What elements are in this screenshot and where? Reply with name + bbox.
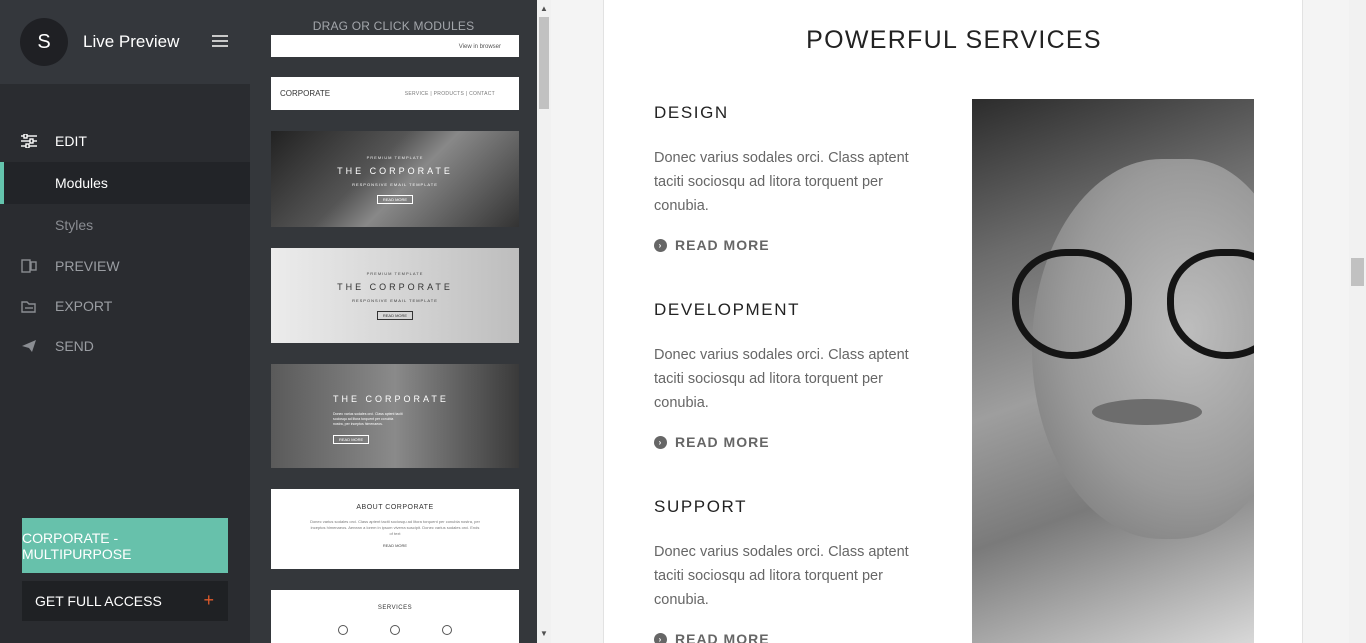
sidebar-item-preview[interactable]: PREVIEW [0,246,250,286]
module-thumb-header[interactable]: CORPORATE SERVICE | PRODUCTS | CONTACT [271,77,519,110]
modules-panel-title: DRAG OR CLICK MODULES [312,19,475,33]
read-more-link[interactable]: › READ MORE [654,434,934,450]
sidebar-item-export[interactable]: EXPORT [0,286,250,326]
service-block-design[interactable]: DESIGN Donec varius sodales orci. Class … [654,103,934,253]
module-read-more: READ MORE [382,543,408,548]
sidebar-item-edit[interactable]: EDIT [0,120,250,162]
service-text: Donec varius sodales orci. Class aptent … [654,544,909,608]
module-read-more: READ MORE [333,434,370,444]
module-services-icons [271,625,519,635]
service-heading: SUPPORT [654,497,748,516]
module-services-heading: SERVICES [377,605,413,611]
scrollbar-thumb[interactable] [539,17,549,109]
service-heading: DEVELOPMENT [654,300,801,319]
sidebar-item-send[interactable]: SEND [0,326,250,366]
portrait-lips [1092,399,1202,425]
sidebar-item-label: PREVIEW [55,258,120,274]
scroll-up-icon[interactable]: ▲ [537,2,551,16]
service-text: Donec varius sodales orci. Class aptent … [654,347,909,411]
glasses-left [1012,249,1132,359]
sidebar-item-styles[interactable]: Styles [0,204,250,246]
module-hero-title: THE CORPORATE [337,165,453,176]
read-more-label: READ MORE [675,237,770,253]
modules-scrollbar[interactable]: ▲ ▼ [537,0,551,643]
service-block-support[interactable]: SUPPORT Donec varius sodales orci. Class… [654,497,934,643]
module-thumb-hero-light[interactable]: PREMIUM TEMPLATE THE CORPORATE RESPONSIV… [271,248,519,343]
services-section-title[interactable]: POWERFUL SERVICES [604,26,1304,55]
module-thumb-hero-dark[interactable]: PREMIUM TEMPLATE THE CORPORATE RESPONSIV… [271,131,519,227]
service-heading: DESIGN [654,103,729,122]
chevron-circle-right-icon: › [654,632,667,643]
module-hero-subtitle: RESPONSIVE EMAIL TEMPLATE [352,298,438,303]
sidebar-item-label: EXPORT [55,298,113,314]
sidebar-nav: EDIT Modules Styles PREVIEW EXPORT SEND [0,120,250,366]
module-links-text: SERVICE | PRODUCTS | CONTACT [404,91,495,97]
module-pre-text: PREMIUM TEMPLATE [366,271,424,276]
module-pre-text: PREMIUM TEMPLATE [366,154,424,160]
sliders-icon [20,133,38,149]
module-brand-text: CORPORATE [280,89,331,98]
module-hero-subtitle: RESPONSIVE EMAIL TEMPLATE [352,181,438,187]
monitor-icon [390,625,400,635]
scroll-down-icon[interactable]: ▼ [537,627,551,641]
service-text: Donec varius sodales orci. Class aptent … [654,150,909,214]
gear-icon [338,625,348,635]
module-thumb-about[interactable]: ABOUT CORPORATE Donec varius sodales orc… [271,489,519,569]
view-in-browser-text: View in browser [458,44,501,50]
module-hero-paragraph: Donec varius sodales orci. Class aptent … [333,412,403,426]
paper-plane-icon [20,338,38,354]
module-thumb-hero-person[interactable]: THE CORPORATE Donec varius sodales orci.… [271,364,519,468]
module-hero-title: THE CORPORATE [333,394,449,405]
module-thumb-preheader[interactable]: View in browser [271,35,519,57]
preview-scrollbar[interactable] [1349,0,1366,643]
sidebar-item-label: EDIT [55,133,87,149]
preview-icon [20,258,38,274]
hamburger-icon[interactable] [212,35,228,47]
module-read-more: READ MORE [376,311,414,320]
module-read-more: READ MORE [376,194,414,204]
email-canvas: POWERFUL SERVICES DESIGN Donec varius so… [603,0,1303,643]
read-more-link[interactable]: › READ MORE [654,631,934,643]
export-icon [20,298,38,314]
get-full-access-button[interactable]: GET FULL ACCESS + [22,581,228,621]
module-thumb-services[interactable]: SERVICES [271,590,519,643]
theme-button[interactable]: CORPORATE - MULTIPURPOSE [22,518,228,573]
module-about-paragraph: Donec varius sodales orci. Class aptent … [310,519,480,536]
read-more-label: READ MORE [675,434,770,450]
service-block-development[interactable]: DEVELOPMENT Donec varius sodales orci. C… [654,300,934,450]
portrait-image[interactable] [972,99,1254,643]
modules-panel: DRAG OR CLICK MODULES View in browser CO… [250,0,537,643]
plus-icon: + [203,590,214,610]
sidebar-item-modules[interactable]: Modules [0,162,250,204]
module-about-heading: ABOUT CORPORATE [356,504,434,511]
sidebar-item-label: SEND [55,338,94,354]
scrollbar-thumb[interactable] [1351,258,1364,286]
get-full-access-label: GET FULL ACCESS [35,593,162,609]
chevron-circle-right-icon: › [654,435,667,449]
read-more-label: READ MORE [675,631,770,643]
sidebar: S Live Preview EDIT Modules Styles PREVI… [0,0,250,643]
avatar[interactable]: S [20,18,68,66]
app-title: Live Preview [83,32,180,51]
headset-icon [442,625,452,635]
chevron-circle-right-icon: › [654,238,667,252]
read-more-link[interactable]: › READ MORE [654,237,934,253]
module-hero-title: THE CORPORATE [337,282,453,292]
